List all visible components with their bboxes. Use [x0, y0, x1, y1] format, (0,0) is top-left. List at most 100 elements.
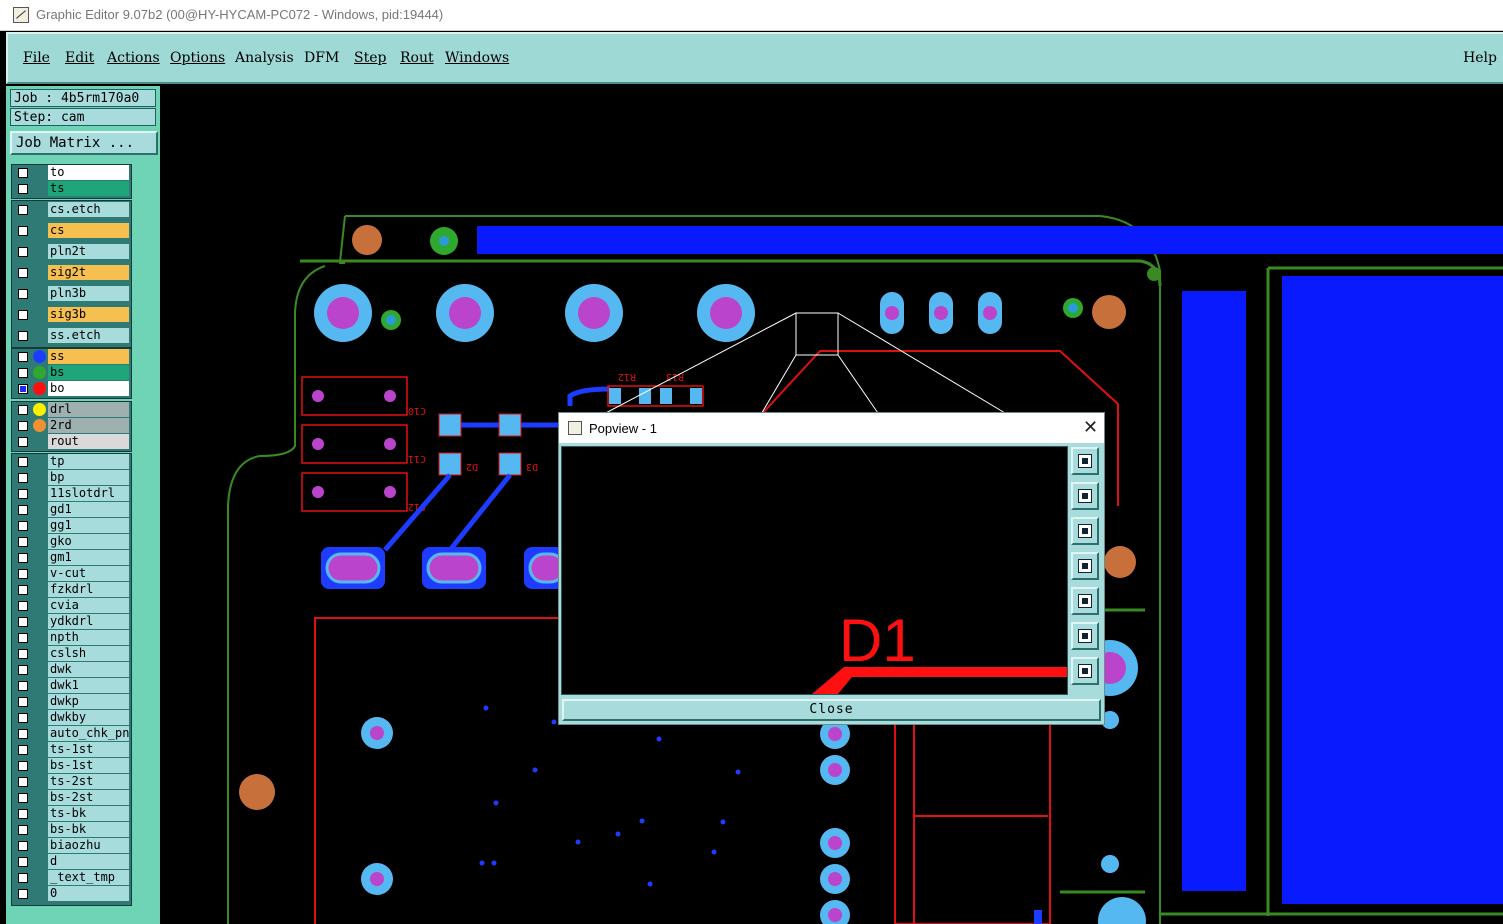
- layer-checkbox[interactable]: [18, 665, 28, 675]
- layer-row-2rd[interactable]: 2rd: [12, 418, 131, 434]
- pan-right-icon[interactable]: [1071, 587, 1099, 615]
- layer-row[interactable]: auto_chk_pn: [12, 726, 131, 742]
- layer-checkbox[interactable]: [18, 226, 28, 236]
- layer-checkbox[interactable]: [18, 352, 28, 362]
- layer-name[interactable]: sig3b: [48, 307, 129, 322]
- layer-name[interactable]: dwk: [48, 662, 129, 677]
- layer-row[interactable]: ts-1st: [12, 742, 131, 758]
- layer-checkbox[interactable]: [18, 793, 28, 803]
- layer-name[interactable]: 11slotdrl: [48, 486, 129, 501]
- layer-checkbox[interactable]: [18, 184, 28, 194]
- layer-checkbox[interactable]: [18, 553, 28, 563]
- layer-row[interactable]: ts-bk: [12, 806, 131, 822]
- layer-row[interactable]: bs-2st: [12, 790, 131, 806]
- layer-row-drl[interactable]: drl: [12, 402, 131, 418]
- layer-name[interactable]: pln2t: [48, 244, 129, 259]
- menu-options[interactable]: Options: [170, 50, 225, 66]
- layer-name[interactable]: ss: [48, 349, 129, 364]
- layer-name[interactable]: fzkdrl: [48, 582, 129, 597]
- layer-row[interactable]: dwk: [12, 662, 131, 678]
- layer-row[interactable]: gd1: [12, 502, 131, 518]
- layer-checkbox[interactable]: [18, 289, 28, 299]
- layer-checkbox[interactable]: [18, 857, 28, 867]
- layer-row-pln2t[interactable]: pln2t: [12, 244, 131, 260]
- layer-row[interactable]: gg1: [12, 518, 131, 534]
- layer-name[interactable]: ts-1st: [48, 742, 129, 757]
- layer-row-pln3b[interactable]: pln3b: [12, 286, 131, 302]
- layer-row[interactable]: cvia: [12, 598, 131, 614]
- menu-windows[interactable]: Windows: [445, 50, 509, 66]
- layer-row[interactable]: ydkdrl: [12, 614, 131, 630]
- layer-checkbox[interactable]: [18, 268, 28, 278]
- layer-checkbox[interactable]: [18, 713, 28, 723]
- layer-row-ss[interactable]: ss: [12, 349, 131, 365]
- layer-row-cs-etch[interactable]: cs.etch: [12, 202, 131, 218]
- layer-checkbox[interactable]: [18, 761, 28, 771]
- popview-canvas[interactable]: D1: [561, 446, 1068, 695]
- layer-checkbox[interactable]: [18, 729, 28, 739]
- layer-checkbox[interactable]: [18, 617, 28, 627]
- menu-rout[interactable]: Rout: [400, 50, 434, 66]
- layer-name[interactable]: rout: [48, 434, 129, 449]
- layer-name[interactable]: d: [48, 854, 129, 869]
- layer-row[interactable]: d: [12, 854, 131, 870]
- layer-name[interactable]: gm1: [48, 550, 129, 565]
- menu-dfm[interactable]: DFM: [304, 50, 339, 66]
- layer-name[interactable]: bs: [48, 365, 129, 380]
- layer-name[interactable]: ts-2st: [48, 774, 129, 789]
- layer-name[interactable]: pln3b: [48, 286, 129, 301]
- layer-row[interactable]: dwkp: [12, 694, 131, 710]
- layer-row[interactable]: cslsh: [12, 646, 131, 662]
- zoom-out-icon[interactable]: [1071, 657, 1099, 685]
- layer-name[interactable]: biaozhu: [48, 838, 129, 853]
- layer-row-bo[interactable]: bo: [12, 381, 131, 397]
- layer-row-rout[interactable]: rout: [12, 434, 131, 450]
- layer-checkbox[interactable]: [18, 205, 28, 215]
- layer-checkbox[interactable]: [18, 841, 28, 851]
- layer-row-ss-etch[interactable]: ss.etch: [12, 328, 131, 344]
- layer-name[interactable]: bp: [48, 470, 129, 485]
- menu-step[interactable]: Step: [354, 50, 386, 66]
- pan-left-icon[interactable]: [1071, 552, 1099, 580]
- layer-row[interactable]: bp: [12, 470, 131, 486]
- popview-title-bar[interactable]: Popview - 1 ✕: [559, 413, 1104, 443]
- menu-file[interactable]: File: [23, 50, 50, 66]
- layer-name[interactable]: v-cut: [48, 566, 129, 581]
- layer-checkbox[interactable]: [18, 809, 28, 819]
- layer-name[interactable]: 0: [48, 886, 129, 901]
- menu-help[interactable]: Help: [1463, 50, 1497, 66]
- layer-checkbox[interactable]: [18, 421, 28, 431]
- layer-row-sig2t[interactable]: sig2t: [12, 265, 131, 281]
- layer-row-ts[interactable]: ts: [12, 181, 131, 197]
- layer-checkbox[interactable]: [18, 681, 28, 691]
- layer-name[interactable]: ydkdrl: [48, 614, 129, 629]
- layer-row[interactable]: bs-bk: [12, 822, 131, 838]
- layer-name[interactable]: ss.etch: [48, 328, 129, 343]
- layer-name[interactable]: auto_chk_pn: [48, 726, 129, 741]
- layer-checkbox[interactable]: [18, 247, 28, 257]
- layer-name[interactable]: 2rd: [48, 418, 129, 433]
- layer-row-cs[interactable]: cs: [12, 223, 131, 239]
- layer-name[interactable]: to: [48, 165, 129, 180]
- close-icon[interactable]: ✕: [1083, 417, 1098, 438]
- layer-name[interactable]: gko: [48, 534, 129, 549]
- layer-name[interactable]: _text_tmp: [48, 870, 129, 885]
- layer-checkbox[interactable]: [18, 569, 28, 579]
- pan-up-icon[interactable]: [1071, 482, 1099, 510]
- layer-checkbox[interactable]: [18, 873, 28, 883]
- layer-checkbox[interactable]: [18, 537, 28, 547]
- layer-row[interactable]: 0: [12, 886, 131, 902]
- layer-name[interactable]: ts-bk: [48, 806, 129, 821]
- layer-row[interactable]: ts-2st: [12, 774, 131, 790]
- layer-checkbox[interactable]: [18, 697, 28, 707]
- layer-row[interactable]: dwk1: [12, 678, 131, 694]
- layer-row[interactable]: v-cut: [12, 566, 131, 582]
- zoom-in-icon[interactable]: [1071, 622, 1099, 650]
- close-button[interactable]: Close: [562, 699, 1101, 721]
- layer-name[interactable]: gg1: [48, 518, 129, 533]
- layer-row[interactable]: fzkdrl: [12, 582, 131, 598]
- layer-name[interactable]: tp: [48, 454, 129, 469]
- job-matrix-button[interactable]: Job Matrix ...: [10, 131, 158, 155]
- layer-name[interactable]: cslsh: [48, 646, 129, 661]
- menu-analysis[interactable]: Analysis: [235, 50, 294, 66]
